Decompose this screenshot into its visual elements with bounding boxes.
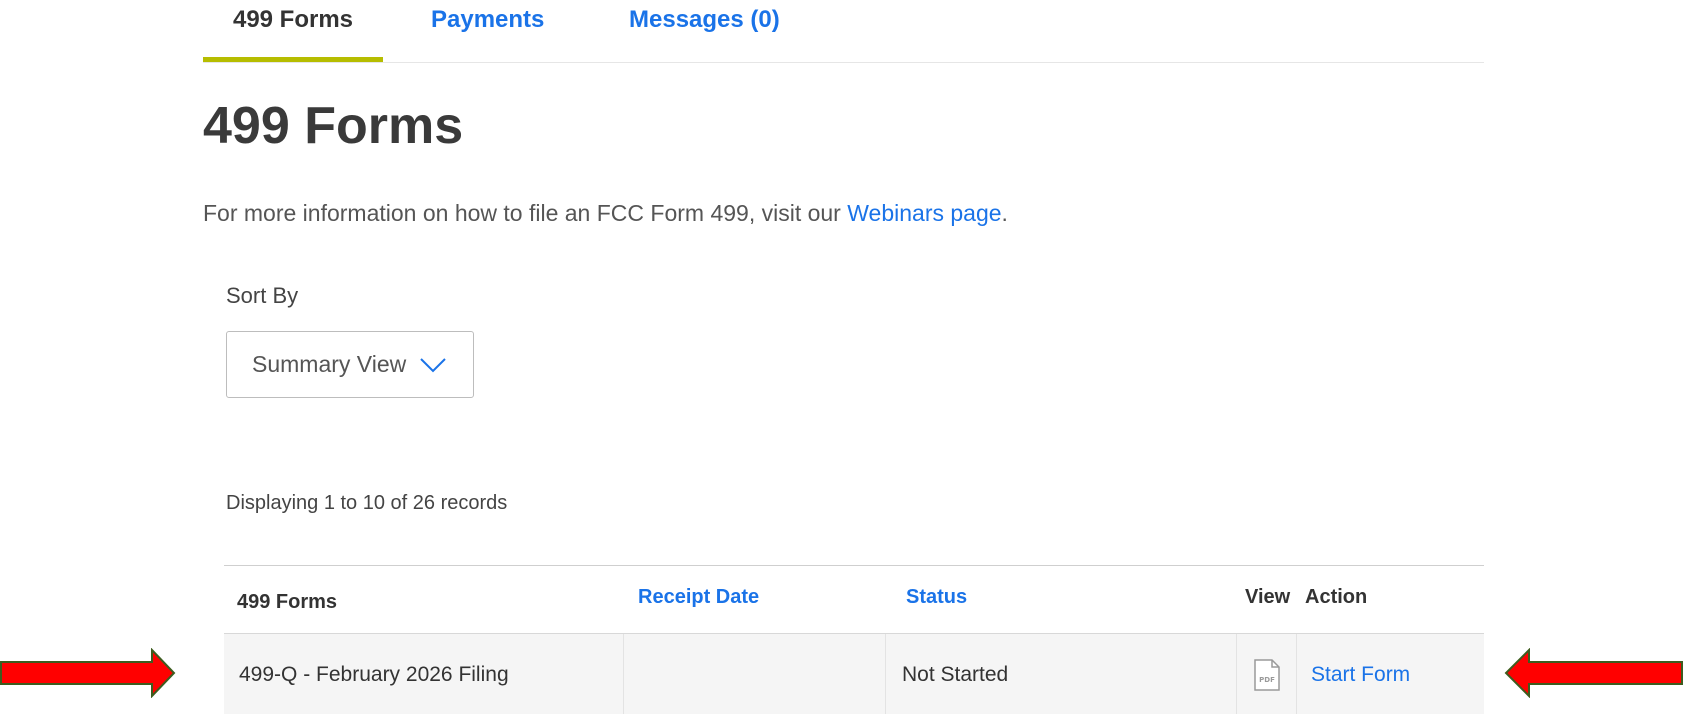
tab-messages[interactable]: Messages (0) bbox=[629, 0, 780, 62]
start-form-link[interactable]: Start Form bbox=[1311, 663, 1410, 687]
records-count: Displaying 1 to 10 of 26 records bbox=[226, 492, 508, 514]
info-text-end: . bbox=[1001, 200, 1008, 226]
cell-form-name: 499-Q - February 2026 Filing bbox=[224, 634, 624, 714]
webinars-link[interactable]: Webinars page bbox=[847, 200, 1001, 226]
svg-text:PDF: PDF bbox=[1259, 676, 1275, 684]
tab-bar: 499 Forms Payments Messages (0) bbox=[203, 0, 1484, 63]
tab-499-forms[interactable]: 499 Forms bbox=[203, 0, 383, 62]
table-row: 499-Q - February 2026 Filing Not Started… bbox=[224, 634, 1484, 714]
header-status[interactable]: Status bbox=[906, 586, 967, 609]
header-action: Action bbox=[1305, 586, 1368, 608]
sort-by-label: Sort By bbox=[226, 283, 299, 308]
info-text-body: For more information on how to file an F… bbox=[203, 200, 848, 226]
chevron-down-icon bbox=[420, 357, 446, 372]
arrow-left-icon bbox=[1504, 648, 1683, 698]
sort-by-select[interactable]: Summary View bbox=[226, 331, 474, 398]
page: 499 Forms Payments Messages (0) 499 Form… bbox=[0, 0, 1683, 714]
table-header: 499 Forms Receipt Date Status View Actio… bbox=[224, 566, 1484, 634]
forms-table: 499 Forms Receipt Date Status View Actio… bbox=[224, 565, 1484, 714]
header-view: View bbox=[1245, 586, 1291, 608]
header-499-forms: 499 Forms bbox=[237, 591, 338, 613]
arrow-right-icon bbox=[0, 648, 176, 698]
cell-action: Start Form bbox=[1297, 634, 1484, 714]
tab-payments[interactable]: Payments bbox=[431, 0, 544, 62]
sort-selected-value: Summary View bbox=[252, 351, 407, 377]
cell-view: PDF bbox=[1237, 634, 1297, 714]
header-receipt-date[interactable]: Receipt Date bbox=[638, 586, 759, 609]
page-title: 499 Forms bbox=[203, 97, 464, 155]
cell-receipt-date bbox=[624, 634, 886, 714]
pdf-icon[interactable]: PDF bbox=[1253, 659, 1281, 691]
info-text: For more information on how to file an F… bbox=[203, 200, 1008, 227]
cell-status: Not Started bbox=[886, 634, 1237, 714]
